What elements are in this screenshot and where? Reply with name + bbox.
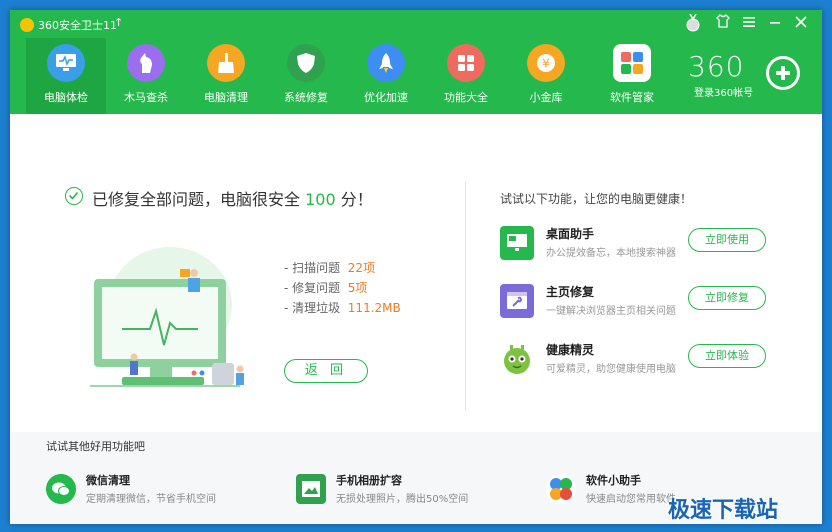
coin-icon: ¥ xyxy=(527,44,565,82)
nav-item-vault[interactable]: ¥ 小金库 xyxy=(506,38,586,114)
feature-desc: 办公提效备忘，本地搜索神器 xyxy=(546,248,676,259)
svg-text:¥: ¥ xyxy=(542,57,550,71)
apps-icon xyxy=(613,44,651,82)
login-link[interactable]: 登录360帐号 xyxy=(694,84,753,99)
broom-icon xyxy=(207,44,245,82)
nav-label: 木马查杀 xyxy=(124,91,168,104)
titlebar: 360安全卫士11 ↑ xyxy=(10,10,822,38)
sprite-icon xyxy=(500,342,534,376)
grid-icon xyxy=(447,44,485,82)
minimize-icon[interactable] xyxy=(764,14,786,34)
monitor-check-icon xyxy=(47,44,85,82)
feature-homepage-repair: 主页修复 一键解决浏览器主页相关问题 立即修复 xyxy=(500,280,800,324)
rocket-icon xyxy=(367,44,405,82)
tool-photo-expand[interactable]: 手机相册扩容 无损处理照片，腾出50%空间 xyxy=(296,472,536,512)
header: 360安全卫士11 ↑ 电脑体检 木马查杀 电脑清理 系统修复 优化加速 功能大… xyxy=(10,10,822,114)
bottom-title: 试试其他好用功能吧 xyxy=(46,440,145,453)
upgrade-icon[interactable]: ↑ xyxy=(114,16,123,29)
stat-scanned: - 扫描问题 22项 xyxy=(284,261,376,275)
nav-item-pc-checkup[interactable]: 电脑体检 xyxy=(26,38,106,114)
features-title: 试试以下功能，让您的电脑更健康！ xyxy=(500,192,693,206)
nav-label: 系统修复 xyxy=(284,91,328,104)
colorful-dots-icon xyxy=(546,474,576,504)
feature-name: 桌面助手 xyxy=(546,227,595,241)
back-button[interactable]: 返 回 xyxy=(284,359,368,383)
nav-label: 电脑清理 xyxy=(204,91,248,104)
nav-label: 小金库 xyxy=(529,91,563,104)
feature-desc: 一键解决浏览器主页相关问题 xyxy=(546,306,676,317)
status-message: 已修复全部问题，电脑很安全 100 分！ xyxy=(92,190,373,209)
scan-stats: - 扫描问题 22项 - 修复问题 5项 - 清理垃圾 111.2MB xyxy=(284,258,401,318)
app-window: 360安全卫士11 ↑ 电脑体检 木马查杀 电脑清理 系统修复 优化加速 功能大… xyxy=(10,10,822,524)
wechat-clean-icon xyxy=(46,474,76,504)
feature-name: 主页修复 xyxy=(546,285,595,299)
repair-now-button[interactable]: 立即修复 xyxy=(688,286,766,310)
tool-wechat-clean[interactable]: 微信清理 定期清理微信，节省手机空间 xyxy=(46,472,286,512)
stat-fixed: - 修复问题 5项 xyxy=(284,281,368,295)
horse-icon xyxy=(127,44,165,82)
feature-name: 健康精灵 xyxy=(546,343,595,357)
feature-desktop-helper: 桌面助手 办公提效备忘，本地搜索神器 立即使用 xyxy=(500,222,800,266)
nav-label: 软件管家 xyxy=(610,91,654,104)
safety-score: 100 xyxy=(305,190,336,209)
tool-name: 软件小助手 xyxy=(586,474,641,487)
app-logo-icon xyxy=(20,18,34,32)
nav-item-software-manager[interactable]: 软件管家 xyxy=(592,38,672,114)
medal-icon[interactable] xyxy=(682,13,704,34)
app-title: 360安全卫士11 xyxy=(38,19,117,32)
shield-icon xyxy=(287,44,325,82)
tool-desc: 定期清理微信，节省手机空间 xyxy=(86,494,216,505)
tool-name: 微信清理 xyxy=(86,474,130,487)
tool-name: 手机相册扩容 xyxy=(336,474,402,487)
add-account-button[interactable] xyxy=(766,56,800,90)
nav-label: 电脑体检 xyxy=(44,91,88,104)
check-circle-icon xyxy=(65,187,83,205)
feature-health-sprite: 健康精灵 可爱精灵，助您健康使用电脑 立即体验 xyxy=(500,338,800,382)
photo-icon xyxy=(296,474,326,504)
divider xyxy=(465,182,466,410)
nav-item-optimize[interactable]: 优化加速 xyxy=(346,38,426,114)
stat-cleaned: - 清理垃圾 111.2MB xyxy=(284,301,401,315)
nav-label: 功能大全 xyxy=(444,91,488,104)
use-now-button[interactable]: 立即使用 xyxy=(688,228,766,252)
brand-360-logo: 360 xyxy=(688,50,745,83)
skin-icon[interactable] xyxy=(712,14,734,34)
nav-item-pc-clean[interactable]: 电脑清理 xyxy=(186,38,266,114)
nav-item-all-features[interactable]: 功能大全 xyxy=(426,38,506,114)
menu-icon[interactable] xyxy=(738,14,760,34)
close-icon[interactable] xyxy=(790,14,812,34)
feature-desc: 可爱精灵，助您健康使用电脑 xyxy=(546,364,676,375)
pc-health-illustration xyxy=(70,245,270,399)
nav-label: 优化加速 xyxy=(364,91,408,104)
tool-desc: 快速启动您常用软件 xyxy=(586,494,676,505)
desktop-icon xyxy=(500,226,534,260)
nav-item-system-repair[interactable]: 系统修复 xyxy=(266,38,346,114)
tool-desc: 无损处理照片，腾出50%空间 xyxy=(336,494,469,505)
wrench-icon xyxy=(500,284,534,318)
watermark: 极速下载站 xyxy=(668,498,779,523)
nav-item-trojan-scan[interactable]: 木马查杀 xyxy=(106,38,186,114)
try-now-button[interactable]: 立即体验 xyxy=(688,344,766,368)
